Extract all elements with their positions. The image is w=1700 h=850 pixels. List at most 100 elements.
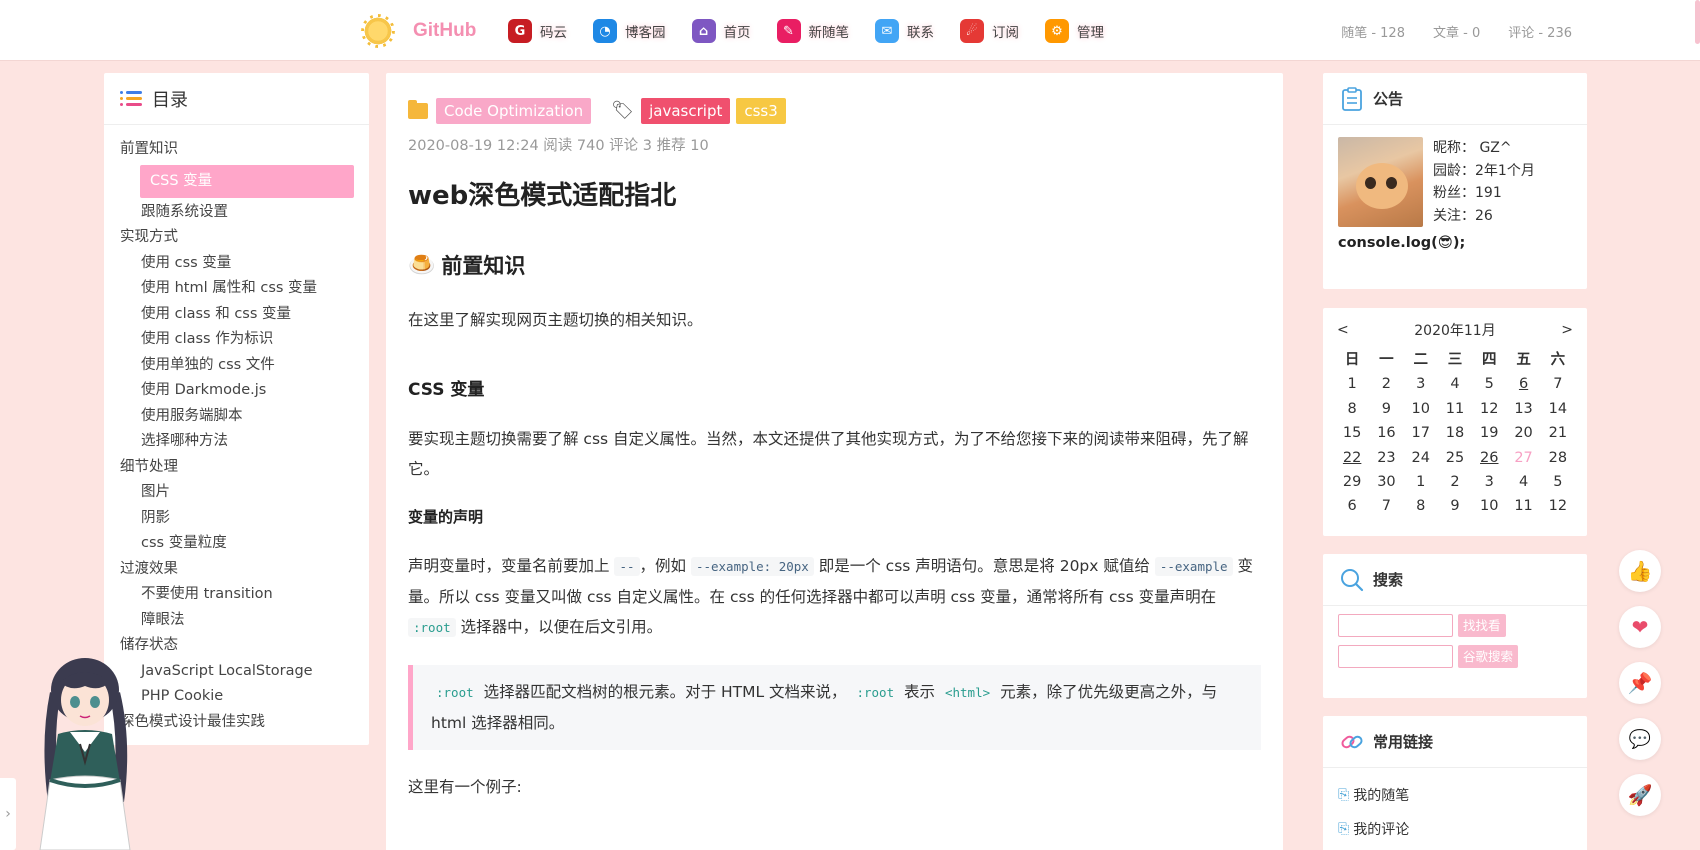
toc-item[interactable]: 选择哪种方法 xyxy=(104,429,369,455)
nav-item-gitee[interactable]: G 码云 xyxy=(508,14,567,48)
toc-item[interactable]: 使用 class 作为标识 xyxy=(104,327,369,353)
calendar-day: 19 xyxy=(1480,425,1499,442)
toc-header: 目录 xyxy=(104,73,369,125)
search-input[interactable] xyxy=(1338,614,1453,637)
text: 表示 xyxy=(899,683,940,701)
anime-mascot-image[interactable] xyxy=(30,652,140,850)
toc-item[interactable]: 使用 html 属性和 css 变量 xyxy=(104,276,369,302)
weekday-label: 三 xyxy=(1447,352,1463,368)
article-meta: 2020-08-19 12:24 阅读 740 评论 3 推荐 10 xyxy=(408,138,709,154)
blockquote: :root 选择器匹配文档树的根元素。对于 HTML 文档来说， :root 表… xyxy=(408,665,1261,750)
calendar-day: 23 xyxy=(1377,449,1396,466)
prev-month-button[interactable]: < xyxy=(1337,322,1349,338)
toc-item[interactable]: 使用单独的 css 文件 xyxy=(104,353,369,379)
calendar-day[interactable]: 26 xyxy=(1472,446,1506,470)
rss-icon: ◔ xyxy=(593,19,617,43)
calendar-header: < 2020年11月 > xyxy=(1335,318,1575,342)
calendar-day: 9 xyxy=(1450,498,1460,515)
toc-item[interactable]: 前置知识 xyxy=(104,137,369,163)
toc-item[interactable]: 阴影 xyxy=(104,506,369,532)
toc-item[interactable]: 图片 xyxy=(104,480,369,506)
links-card: 常用链接 ⎘ 我的随笔 ⎘ 我的评论 xyxy=(1323,716,1587,850)
search-button[interactable]: 找找看 xyxy=(1458,614,1506,637)
category-tag[interactable]: Code Optimization xyxy=(436,98,592,124)
toc-item[interactable]: 使用服务端脚本 xyxy=(104,404,369,430)
nav-item-label: 博客园 xyxy=(625,25,666,41)
nav-item-rss[interactable]: ◔ 博客园 xyxy=(593,14,666,48)
search-row: 找找看 xyxy=(1323,614,1587,637)
sun-icon xyxy=(361,14,395,48)
profile-age[interactable]: 园龄：2年1个月 xyxy=(1433,160,1535,183)
calendar-day: 12 xyxy=(1480,400,1499,417)
toc-item[interactable]: 过渡效果 xyxy=(104,557,369,583)
calendar-day: 10 xyxy=(1411,400,1430,417)
calendar-day[interactable]: 22 xyxy=(1335,446,1369,470)
folder-icon xyxy=(408,100,428,119)
text: ，例如 xyxy=(639,557,691,575)
toc-item[interactable]: css 变量粒度 xyxy=(104,531,369,557)
nav-item-contact[interactable]: ✉ 联系 xyxy=(875,14,934,48)
calendar-day: 5 xyxy=(1553,473,1563,490)
calendar-day: 14 xyxy=(1548,400,1568,417)
thumbs-up-button[interactable]: 👍 xyxy=(1619,550,1661,592)
toc-item[interactable]: 储存状态 xyxy=(104,633,369,659)
tag-javascript[interactable]: javascript xyxy=(641,98,731,124)
search-header: 搜索 xyxy=(1323,554,1587,606)
brand[interactable]: GitHub xyxy=(361,11,476,51)
links-title: 常用链接 xyxy=(1373,733,1434,751)
nav-menu: G 码云 ◔ 博客园 ⌂ 首页 ✎ 新随笔 ✉ 联系 ☄ 订阅 ⚙ 管理 xyxy=(508,14,1130,48)
toc-item[interactable]: CSS 变量 xyxy=(140,164,354,198)
calendar-day: 2 xyxy=(1450,473,1460,490)
google-search-row: 谷歌搜索 xyxy=(1323,645,1587,668)
calendar-day: 2 xyxy=(1381,376,1392,393)
pin-button[interactable]: 📌 xyxy=(1619,662,1661,704)
link-item[interactable]: ⎘ 我的评论 xyxy=(1323,812,1587,846)
calendar-day: 7 xyxy=(1381,498,1392,515)
toc-item[interactable]: 使用 css 变量 xyxy=(104,251,369,277)
toc-item[interactable]: PHP Cookie xyxy=(104,684,369,710)
weekday-label: 二 xyxy=(1413,352,1428,368)
search-icon xyxy=(1341,568,1364,591)
toc-item[interactable]: 跟随系统设置 xyxy=(104,200,369,226)
weekday-label: 一 xyxy=(1379,352,1394,368)
nav-item-gear[interactable]: ⚙ 管理 xyxy=(1045,14,1104,48)
sidebar-toggle[interactable]: › xyxy=(0,778,16,850)
back-to-top-button[interactable]: 🚀 xyxy=(1619,774,1661,816)
calendar-day: 3 xyxy=(1484,473,1494,490)
link-item[interactable]: ⎘ 我的随笔 xyxy=(1323,778,1587,812)
toc-item[interactable]: JavaScript LocalStorage xyxy=(104,659,369,685)
tag-css3[interactable]: css3 xyxy=(736,98,786,124)
profile-nickname[interactable]: 昵称： GZ^ xyxy=(1433,137,1535,160)
google-search-button[interactable]: 谷歌搜索 xyxy=(1458,645,1519,668)
toc-item[interactable]: 障眼法 xyxy=(104,608,369,634)
avatar[interactable] xyxy=(1338,137,1423,227)
nav-item-pencil-cup[interactable]: ✎ 新随笔 xyxy=(776,14,849,48)
google-search-input[interactable] xyxy=(1338,645,1453,668)
nav-item-subscribe[interactable]: ☄ 订阅 xyxy=(960,14,1019,48)
toc-item[interactable]: 使用 Darkmode.js xyxy=(104,378,369,404)
nav-item-house[interactable]: ⌂ 首页 xyxy=(691,14,751,48)
toc-item[interactable]: 细节处理 xyxy=(104,455,369,481)
calendar-day: 18 xyxy=(1445,425,1465,442)
next-month-button[interactable]: > xyxy=(1561,322,1573,338)
toc-item[interactable]: 实现方式 xyxy=(104,225,369,251)
toc-item[interactable]: 不要使用 transition xyxy=(104,582,369,608)
nav-item-label: 订阅 xyxy=(992,25,1019,41)
calendar-day: 9 xyxy=(1381,400,1392,417)
scrollbar-thumb[interactable] xyxy=(1695,0,1700,44)
toc-item[interactable]: 深色模式设计最佳实践 xyxy=(104,710,369,736)
house-icon: ⌂ xyxy=(691,19,716,43)
brand-github-link[interactable]: GitHub xyxy=(413,20,476,42)
text: 选择器匹配文档树的根元素。对于 HTML 文档来说， xyxy=(478,683,852,701)
like-button[interactable]: ❤ xyxy=(1619,606,1661,648)
paragraph: 要实现主题切换需要了解 css 自定义属性。当然，本文还提供了其他实现方式，为了… xyxy=(408,430,1249,478)
calendar-grid: 日一二三四五六 1 2 3 4 5 6 7 8 9 10 11 12 13 14 15 16 17 18 19 20 21… xyxy=(1335,348,1575,519)
profile-follow[interactable]: 关注：26 xyxy=(1433,205,1535,228)
toc-title: 目录 xyxy=(152,89,188,111)
calendar-day: 1 xyxy=(1347,376,1357,393)
toc-item[interactable]: 使用 class 和 css 变量 xyxy=(104,302,369,328)
calendar-day[interactable]: 6 xyxy=(1506,372,1540,396)
comment-button[interactable]: 💬 xyxy=(1619,718,1661,760)
stat-item: 随笔 - 128 xyxy=(1341,26,1405,41)
profile-fans[interactable]: 粉丝：191 xyxy=(1433,182,1535,205)
